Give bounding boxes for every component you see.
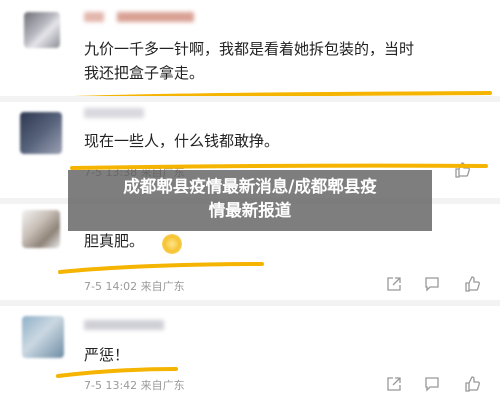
comment-text: 我还把盒子拿走。: [84, 64, 205, 82]
username-blurred[interactable]: [84, 108, 144, 118]
avatar[interactable]: [24, 12, 60, 48]
comment-card-1: 九价一千多一针啊，我都是看着她拆包装的，当时 我还把盒子拿走。: [0, 0, 500, 101]
avatar[interactable]: [20, 112, 62, 154]
username-blurred[interactable]: [84, 320, 164, 330]
comment-card-4: 严惩！ 7-5 13:42 来自广东: [0, 306, 500, 399]
headline-line-1: 成都郫县疫情最新消息/成都郫县疫: [123, 177, 377, 196]
username-blurred[interactable]: [84, 12, 194, 22]
headline-line-2: 情最新报道: [208, 201, 292, 220]
comment-text: 九价一千多一针啊，我都是看着她拆包装的，当时: [84, 40, 415, 58]
avatar[interactable]: [22, 316, 64, 358]
comment-meta: 7-5 14:02 来自广东: [84, 280, 185, 293]
comment-text: 胆真肥。: [84, 232, 145, 250]
highlight-underline: [56, 367, 178, 378]
headline-banner: 成都郫县疫情最新消息/成都郫县疫 情最新报道: [68, 170, 432, 231]
highlight-underline: [58, 262, 264, 274]
gold-badge-icon: [162, 234, 182, 254]
comment-text: 现在一些人，什么钱都敢挣。: [84, 132, 280, 150]
avatar[interactable]: [22, 210, 60, 248]
headline-text: 成都郫县疫情最新消息/成都郫县疫 情最新报道: [68, 175, 432, 223]
